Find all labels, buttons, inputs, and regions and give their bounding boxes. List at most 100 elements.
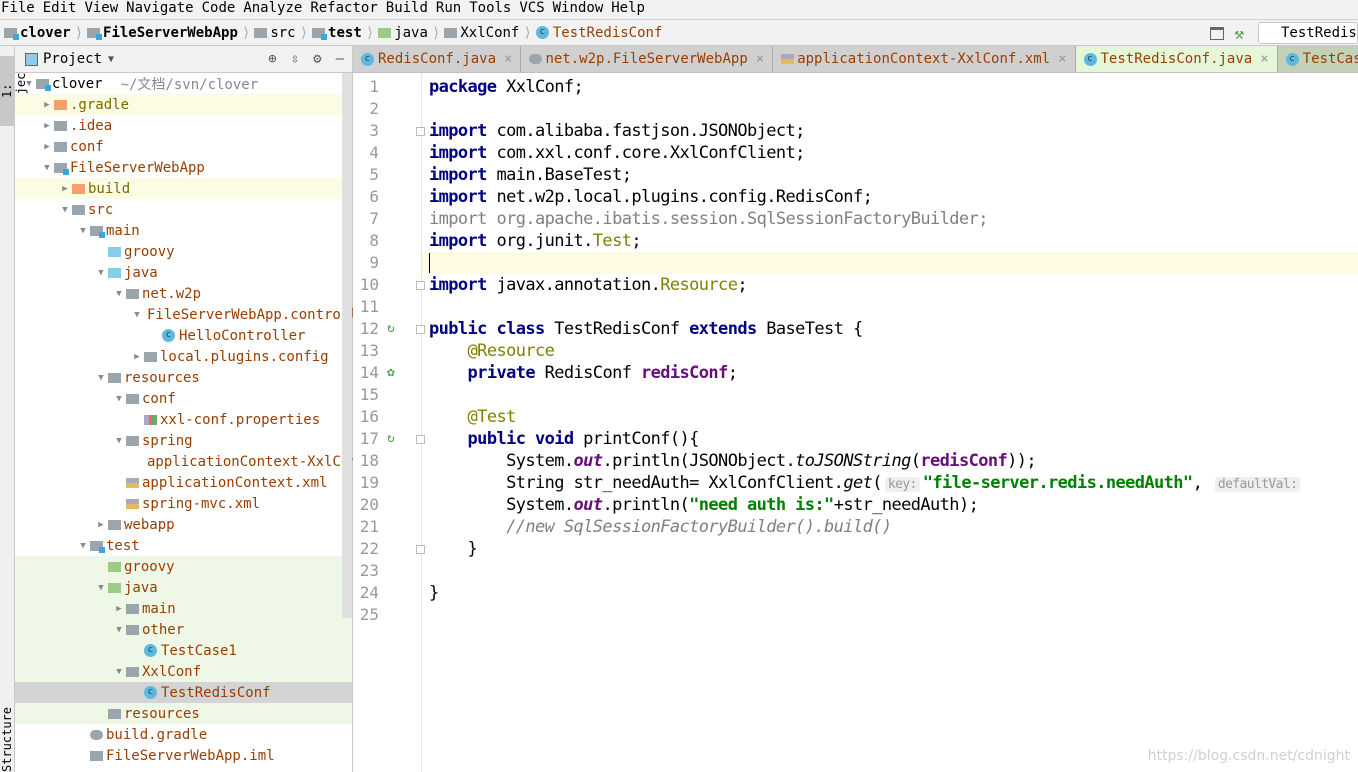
tree-item[interactable]: c HelloController [15,325,352,346]
tree-item[interactable]: ▶ local.plugins.config [15,346,352,367]
breadcrumb-item[interactable]: clover ⟩ [4,25,83,41]
project-view-selector[interactable]: Project [43,51,102,67]
breadcrumb-item[interactable]: FileServerWebApp ⟩ [87,25,250,41]
breadcrumb-item[interactable]: src ⟩ [254,25,308,41]
tree-item[interactable]: ▼ main [15,220,352,241]
tree-item[interactable]: xxl-conf.properties [15,409,352,430]
collapsed-arrow-icon[interactable]: ▶ [130,352,144,362]
expanded-arrow-icon[interactable]: ▼ [76,541,90,551]
expanded-arrow-icon[interactable]: ▼ [22,79,36,89]
hide-panel-icon[interactable]: — [336,51,344,67]
collapsed-arrow-icon[interactable]: ▶ [94,520,108,530]
tree-item[interactable]: groovy [15,556,352,577]
expanded-arrow-icon[interactable]: ▼ [112,289,126,299]
menu-window[interactable]: Window [552,0,610,19]
expanded-arrow-icon[interactable]: ▼ [76,226,90,236]
menu-file[interactable]: File [0,0,41,19]
breadcrumb-item[interactable]: java ⟩ [378,25,440,41]
tree-item[interactable]: ▶ webapp [15,514,352,535]
expanded-arrow-icon[interactable]: ▼ [112,436,126,446]
tree-item[interactable]: FileServerWebApp.iml [15,745,352,766]
expanded-arrow-icon[interactable]: ▼ [112,625,126,635]
menu-analyze[interactable]: Analyze [242,0,308,19]
editor-tab[interactable]: cTestCase1.java [1277,46,1358,72]
collapsed-arrow-icon[interactable]: ▶ [112,604,126,614]
tree-item[interactable]: applicationContext.xml [15,472,352,493]
menu-help[interactable]: Help [610,0,651,19]
collapsed-arrow-icon[interactable]: ▶ [40,142,54,152]
tree-item[interactable]: groovy [15,241,352,262]
structure-tool-tab[interactable]: Structure [0,706,14,772]
breadcrumb-item[interactable]: XxlConf ⟩ [444,25,532,41]
expanded-arrow-icon[interactable]: ▼ [94,373,108,383]
project-tree-scrollbar[interactable] [342,73,352,618]
collapse-all-icon[interactable]: ⇳ [291,51,299,67]
menu-run[interactable]: Run [435,0,467,19]
expanded-arrow-icon[interactable]: ▼ [40,163,54,173]
tree-item[interactable]: ▼ FileServerWebApp [15,157,352,178]
tree-item[interactable]: ▼ clover ~/文档/svn/clover [15,73,352,94]
menu-edit[interactable]: Edit [42,0,83,19]
run-class-icon[interactable]: ↻ [387,321,395,336]
menu-tools[interactable]: Tools [468,0,517,19]
expanded-arrow-icon[interactable]: ▼ [112,667,126,677]
menu-build[interactable]: Build [385,0,434,19]
menu-navigate[interactable]: Navigate [125,0,199,19]
editor-tab[interactable]: c TestRedisConf.java × [1075,46,1278,72]
close-tab-icon[interactable]: × [1260,51,1268,67]
expanded-arrow-icon[interactable]: ▼ [94,583,108,593]
editor-tab[interactable]: net.w2p.FileServerWebApp × [521,46,774,72]
breadcrumb-item[interactable]: test ⟩ [312,25,374,41]
tree-item[interactable]: applicationContext-XxlConf.xml [15,451,400,472]
tree-item[interactable]: ▼ FileServerWebApp.controller [15,304,374,325]
close-tab-icon[interactable]: × [1058,51,1066,67]
breadcrumb-item[interactable]: c TestRedisConf [535,25,662,41]
chevron-down-icon[interactable]: ▼ [108,54,114,65]
tree-item[interactable]: spring-mvc.xml [15,493,352,514]
build-hammer-icon[interactable]: ⚒ [1234,24,1244,43]
tree-item[interactable]: ▶ main [15,598,352,619]
menu-vcs[interactable]: VCS [518,0,550,19]
tree-item[interactable]: ▼ java [15,577,352,598]
editor-tab[interactable]: applicationContext-XxlConf.xml × [773,46,1076,72]
menu-refactor[interactable]: Refactor [309,0,383,19]
locate-icon[interactable]: ⊕ [268,51,276,67]
tree-item[interactable]: build.gradle [15,724,352,745]
tree-item[interactable]: ▶ conf [15,136,352,157]
collapsed-arrow-icon[interactable]: ▶ [40,100,54,110]
code-editor[interactable]: package XxlConf; import com.alibaba.fast… [422,76,1358,626]
close-tab-icon[interactable]: × [756,51,764,67]
tree-item[interactable]: ▼ resources [15,367,352,388]
gear-icon[interactable]: ⚙ [313,51,321,67]
expanded-arrow-icon[interactable]: ▼ [94,268,108,278]
expanded-arrow-icon[interactable]: ▼ [58,205,72,215]
menu-code[interactable]: Code [201,0,242,19]
tree-item[interactable]: ▼ conf [15,388,352,409]
tree-item[interactable]: ▶ .gradle [15,94,352,115]
tree-item[interactable]: c TestCase1 [15,640,352,661]
tree-item[interactable]: ▶ .idea [15,115,352,136]
collapsed-arrow-icon[interactable]: ▶ [40,121,54,131]
tree-item[interactable]: ▼ other [15,619,352,640]
project-tool-tab[interactable]: 1: Project [0,56,28,126]
tree-item[interactable]: ▼ src [15,199,352,220]
tree-item[interactable]: c TestRedisConf [15,682,352,703]
tree-item[interactable]: resources [15,703,352,724]
tree-item[interactable]: ▶ build [15,178,352,199]
tree-item[interactable]: ▼ net.w2p [15,283,352,304]
collapsed-arrow-icon[interactable]: ▶ [58,184,72,194]
run-configuration-selector[interactable]: TestRedisConf [1258,22,1358,44]
run-test-icon[interactable]: ↻ [387,431,395,446]
run-window-icon[interactable] [1210,26,1225,40]
tree-item[interactable]: ▼ test [15,535,352,556]
expanded-arrow-icon[interactable]: ▼ [130,310,144,320]
menu-view[interactable]: View [83,0,124,19]
tree-item[interactable]: ▼ XxlConf [15,661,352,682]
tree-item[interactable]: ▼ java [15,262,352,283]
editor-tab[interactable]: c RedisConf.java × [353,46,522,72]
expanded-arrow-icon[interactable]: ▼ [112,394,126,404]
close-tab-icon[interactable]: × [504,51,512,67]
tree-item[interactable]: ▼ spring [15,430,352,451]
spring-bean-icon[interactable]: ✿ [387,365,395,380]
